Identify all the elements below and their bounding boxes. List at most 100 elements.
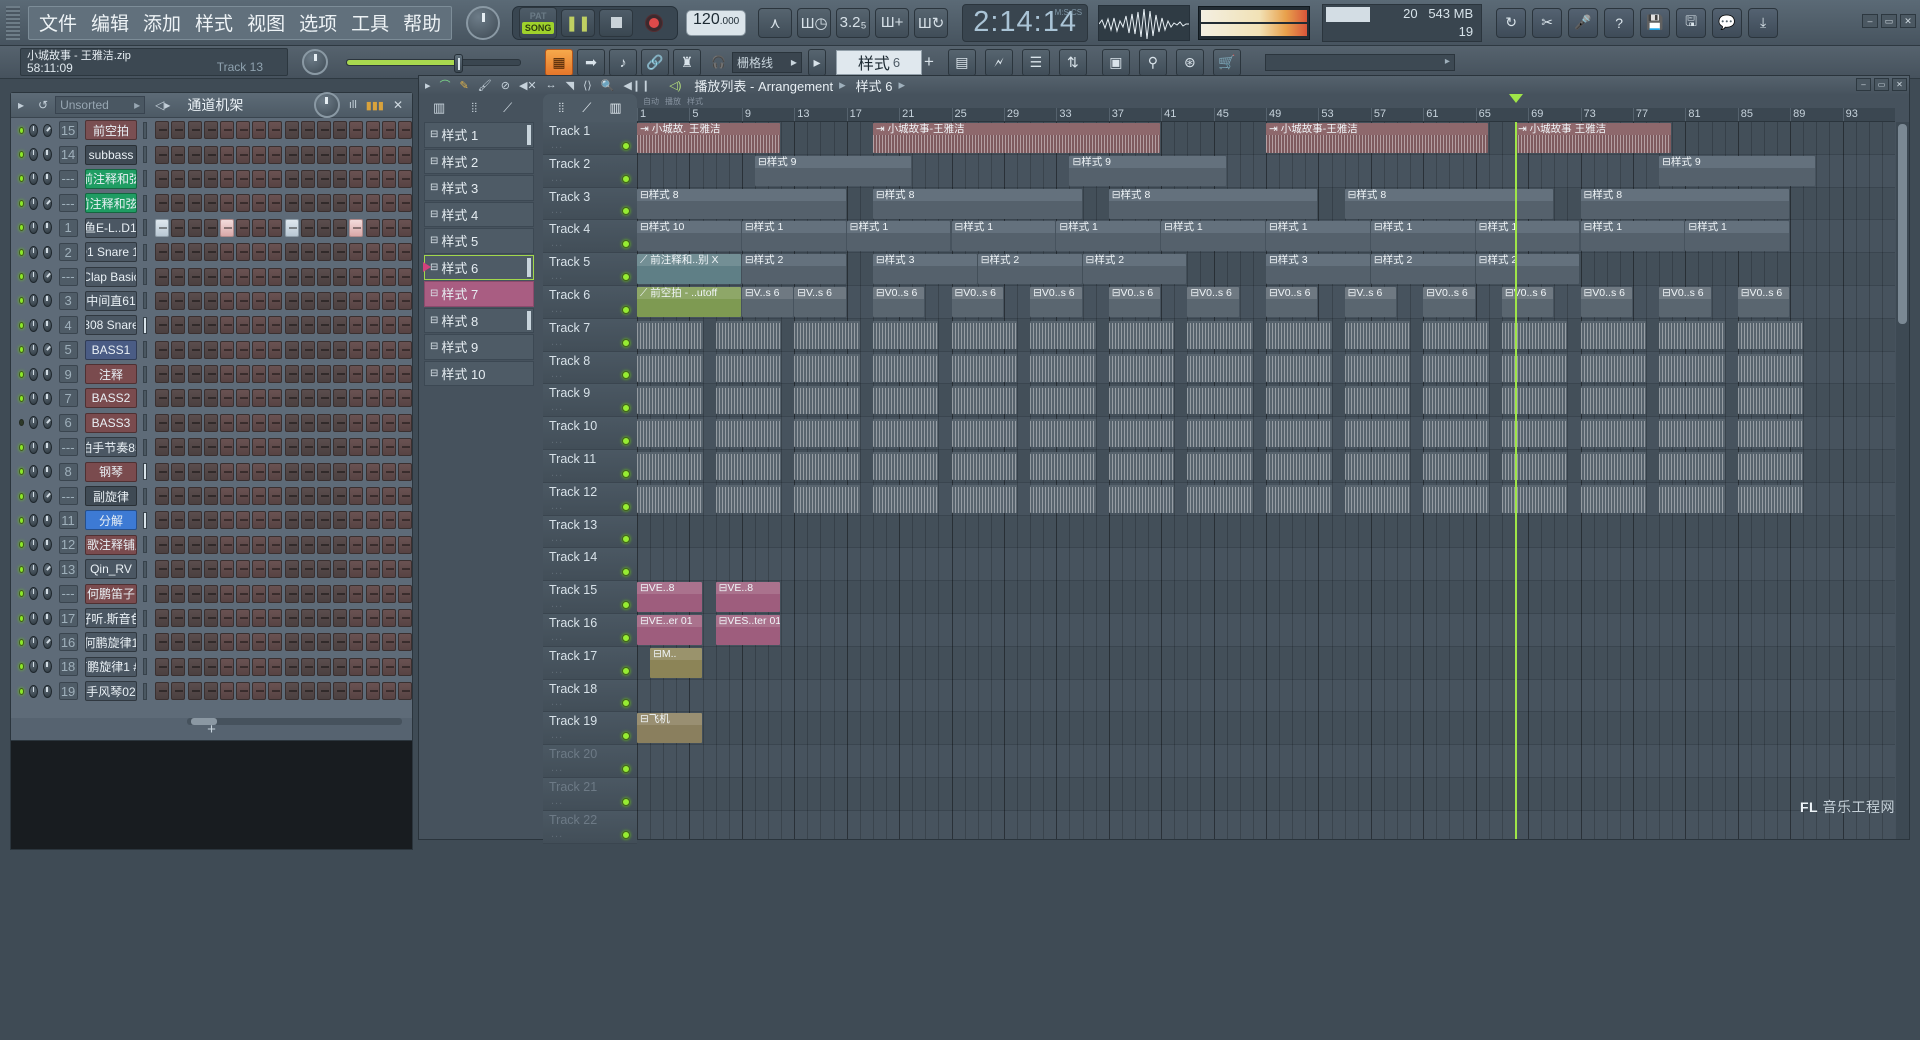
step-button[interactable] <box>317 511 332 530</box>
step-button[interactable] <box>300 267 315 286</box>
step-button[interactable] <box>300 487 315 506</box>
playlist-clip[interactable]: ⊟样式 1 <box>741 221 846 252</box>
step-button[interactable] <box>381 609 396 627</box>
channel-number[interactable]: --- <box>58 438 78 457</box>
step-button[interactable] <box>187 535 202 554</box>
channel-enable-led[interactable] <box>19 541 25 549</box>
step-button[interactable] <box>219 243 234 262</box>
step-button[interactable] <box>187 462 202 481</box>
playlist-clip[interactable]: ⊟V..s 6 <box>741 287 794 317</box>
step-button[interactable] <box>365 243 380 262</box>
step-button[interactable] <box>187 316 202 335</box>
step-button[interactable] <box>252 267 267 286</box>
playlist-clip[interactable] <box>715 320 782 349</box>
step-button[interactable] <box>317 560 332 579</box>
menu-item-options[interactable]: 选项 <box>299 9 337 36</box>
pan-knob[interactable] <box>29 465 38 479</box>
channel-name-button[interactable]: Qin_RV <box>84 559 138 580</box>
playlist-vertical-scrollbar[interactable] <box>1896 122 1909 839</box>
volume-knob[interactable] <box>42 270 52 284</box>
playlist-clip[interactable] <box>1187 452 1253 480</box>
step-button[interactable] <box>365 438 380 457</box>
playlist-breadcrumb[interactable]: 样式 6 <box>856 76 893 95</box>
event-editor-icon[interactable]: 🗲 <box>984 48 1013 76</box>
mixer-tool-icon[interactable]: ♜ <box>673 48 701 76</box>
channel-number[interactable]: 1 <box>58 218 78 237</box>
step-button[interactable] <box>397 657 412 676</box>
step-sequencer-row[interactable] <box>155 169 412 188</box>
step-button[interactable] <box>268 389 283 408</box>
loop-record-icon[interactable]: Ш↻ <box>914 7 949 38</box>
step-button[interactable] <box>219 462 234 481</box>
step-button[interactable] <box>236 365 251 384</box>
step-button[interactable] <box>219 657 234 676</box>
channel-name-button[interactable]: BASS2 <box>84 388 138 409</box>
channel-row[interactable]: --- 前注释和弦 <box>11 167 412 191</box>
channel-number[interactable]: 16 <box>58 633 78 652</box>
volume-knob[interactable] <box>42 148 52 162</box>
step-button[interactable] <box>171 657 186 676</box>
step-button[interactable] <box>236 657 251 676</box>
step-button[interactable] <box>397 218 412 237</box>
channel-enable-led[interactable] <box>19 492 25 500</box>
channel-row[interactable]: 2 HD1 Snare 130 <box>11 240 412 264</box>
playlist-clip[interactable]: ⇥ 小城故事-王雅洁 <box>872 123 1161 153</box>
step-button[interactable] <box>365 389 380 408</box>
playlist-clip[interactable] <box>637 386 703 415</box>
step-button[interactable] <box>365 682 380 701</box>
step-sequencer-row[interactable] <box>155 462 412 481</box>
track-options-icon[interactable]: ... <box>551 467 563 479</box>
playlist-clip[interactable] <box>1501 320 1568 349</box>
step-button[interactable] <box>219 682 234 701</box>
save-icon[interactable]: 💾 <box>1640 7 1671 38</box>
playlist-clip[interactable] <box>872 484 939 513</box>
track-enable-led[interactable] <box>622 371 630 380</box>
wait-for-input-icon[interactable]: Ш◷ <box>797 7 832 38</box>
step-button[interactable] <box>365 340 380 359</box>
overdub-icon[interactable]: Ш+ <box>875 7 910 38</box>
playlist-clip[interactable]: ⊟样式 9 <box>1659 155 1816 186</box>
step-sequencer-row[interactable] <box>155 438 412 457</box>
step-button[interactable] <box>333 535 348 554</box>
step-button[interactable] <box>236 121 251 140</box>
step-button[interactable] <box>268 682 283 701</box>
track-options-icon[interactable]: ... <box>551 270 563 282</box>
step-button[interactable] <box>203 145 218 164</box>
playlist-clip[interactable] <box>794 353 860 382</box>
track-options-icon[interactable]: ... <box>551 172 563 184</box>
playlist-clip[interactable] <box>1423 419 1489 448</box>
step-button[interactable] <box>349 511 364 530</box>
playlist-clip[interactable] <box>715 484 782 513</box>
playlist-clip[interactable] <box>1423 452 1489 480</box>
playlist-clip[interactable]: ⊟样式 1 <box>1475 221 1580 252</box>
channel-name-button[interactable]: 前空拍 <box>84 120 138 141</box>
volume-knob[interactable] <box>42 513 52 527</box>
step-button[interactable] <box>349 340 364 359</box>
pan-knob[interactable] <box>29 660 38 674</box>
playlist-clip[interactable] <box>715 419 782 448</box>
step-button[interactable] <box>333 584 348 603</box>
step-button[interactable] <box>268 145 283 164</box>
channel-name-button[interactable]: BASS3 <box>84 412 138 433</box>
channel-name-button[interactable]: 何鹏旋律1 #2 <box>84 656 138 677</box>
step-button[interactable] <box>381 194 396 213</box>
step-button[interactable] <box>397 560 412 579</box>
step-button[interactable] <box>171 243 186 262</box>
playlist-clip[interactable]: ⊟V0..s 6 <box>951 287 1003 317</box>
volume-knob[interactable] <box>42 538 52 552</box>
step-button[interactable] <box>284 389 299 408</box>
step-button[interactable] <box>155 487 170 506</box>
step-button[interactable] <box>236 633 251 652</box>
step-button[interactable] <box>365 267 380 286</box>
channel-enable-led[interactable] <box>19 614 25 622</box>
pan-knob[interactable] <box>29 221 38 235</box>
pattern-list-item[interactable]: ⊟ 样式 8 <box>424 307 534 333</box>
step-button[interactable] <box>171 560 186 579</box>
step-button[interactable] <box>300 121 315 140</box>
step-button[interactable] <box>236 267 251 286</box>
channel-row[interactable]: 19 手风琴02 <box>11 679 412 703</box>
close-icon[interactable]: ✕ <box>393 98 403 112</box>
audio-clip-icon[interactable]: ⦙⦙ <box>471 100 477 116</box>
playlist-clip[interactable] <box>1344 484 1411 513</box>
step-button[interactable] <box>155 462 170 481</box>
